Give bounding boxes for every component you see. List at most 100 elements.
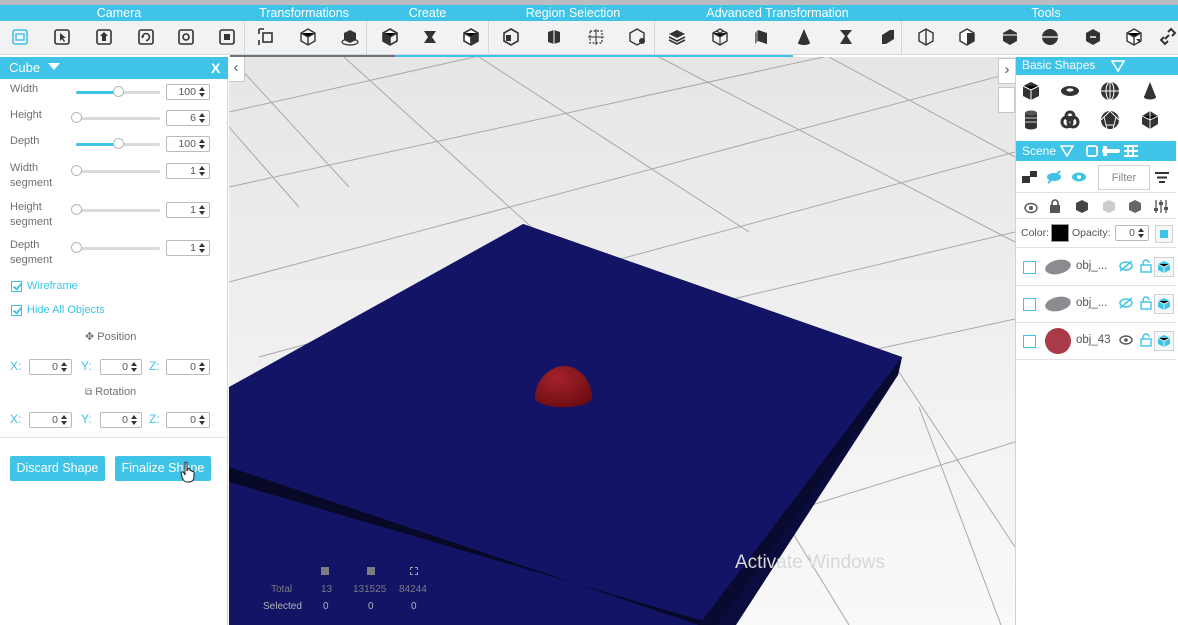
scene-object-row[interactable]: obj_43 [1016,323,1176,360]
stepper-arrows-icon[interactable] [199,243,206,254]
unlock-icon[interactable] [1140,333,1152,347]
param-input[interactable]: 1 [166,163,210,179]
param-input[interactable]: 100 [166,136,210,152]
camera-view-icon[interactable] [10,27,30,47]
cone-shape-icon[interactable] [1139,80,1161,102]
scene-filter-input[interactable]: Filter [1098,165,1150,190]
object-select-checkbox[interactable] [1023,261,1036,274]
stepper-arrows-icon[interactable] [131,362,138,373]
stepper-arrows-icon[interactable] [199,139,206,150]
stepper-arrows-icon[interactable] [131,415,138,426]
lock-icon[interactable] [1049,199,1061,214]
tools-sphere-icon[interactable] [1040,27,1060,47]
slider-handle[interactable] [113,138,124,149]
advanced-subdivide-icon[interactable] [710,27,730,47]
param-input[interactable]: 100 [166,84,210,100]
stepper-arrows-icon[interactable] [199,205,206,216]
discard-shape-button[interactable]: Discard Shape [10,456,105,481]
param-input[interactable]: 1 [166,240,210,256]
solid-cube-icon[interactable] [1075,199,1089,214]
tools-mirror-icon[interactable] [916,27,936,47]
param-slider[interactable] [76,138,160,149]
square-view-icon[interactable] [1086,145,1098,157]
stepper-arrows-icon[interactable] [61,362,68,373]
object-material-button[interactable] [1154,331,1174,351]
sort-lines-icon[interactable] [1155,171,1169,184]
param-input[interactable]: 1 [166,202,210,218]
param-slider[interactable] [71,112,160,123]
scene-header[interactable]: Scene [1016,141,1176,161]
advanced-layers-icon[interactable] [667,27,687,47]
transform-scale-icon[interactable] [298,27,318,47]
object-select-checkbox[interactable] [1023,298,1036,311]
unlock-icon[interactable] [1140,259,1152,273]
stepper-arrows-icon[interactable] [199,87,206,98]
transform-move-icon[interactable] [257,27,277,47]
scene-object-row[interactable]: obj_... [1016,249,1176,286]
objects-icon[interactable] [1022,170,1038,184]
tools-merge-icon[interactable] [1083,27,1103,47]
expand-right-panel-button[interactable]: › [998,58,1015,84]
object-material-button[interactable] [1154,294,1174,314]
slider-handle[interactable] [71,165,82,176]
scene-object-row[interactable]: obj_... [1016,286,1176,323]
object-select-checkbox[interactable] [1023,335,1036,348]
tools-export-icon[interactable] [1124,27,1144,47]
collapse-left-panel-button[interactable]: ‹ [229,57,245,82]
menu-camera[interactable]: Camera [80,5,158,21]
stepper-arrows-icon[interactable] [61,415,68,426]
tools-link-icon[interactable] [1160,27,1178,47]
stepper-arrows-icon[interactable] [199,415,206,426]
filter-triangle-icon[interactable] [1111,60,1125,72]
finalize-shape-button[interactable]: Finalize Shape [115,456,211,481]
opacity-input[interactable]: 0 [1115,225,1149,241]
stepper-arrows-icon[interactable] [1138,228,1145,239]
slider-handle[interactable] [113,86,124,97]
object-material-button[interactable] [1154,257,1174,277]
3d-viewport[interactable]: ‹ › Total 13 131525 84244 Selected 0 0 0 [229,57,1015,625]
camera-zoom-icon[interactable] [176,27,196,47]
slider-handle[interactable] [71,242,82,253]
apply-color-button[interactable] [1155,225,1173,243]
position-x-input[interactable]: 0 [29,359,72,375]
region-select-vertex-icon[interactable] [627,27,647,47]
position-y-input[interactable]: 0 [100,359,142,375]
menu-region-selection[interactable]: Region Selection [518,5,628,21]
slider-handle[interactable] [71,204,82,215]
create-extrude-icon[interactable] [420,27,440,47]
advanced-cone-icon[interactable] [794,27,814,47]
region-select-box-icon[interactable] [586,27,606,47]
slider-handle[interactable] [71,112,82,123]
rotation-z-input[interactable]: 0 [166,412,210,428]
stepper-arrows-icon[interactable] [199,362,206,373]
eye-icon[interactable] [1071,170,1087,184]
camera-rotate-icon[interactable] [136,27,156,47]
advanced-twist-icon[interactable] [836,27,856,47]
param-slider[interactable] [71,165,160,176]
menu-create[interactable]: Create [395,5,460,21]
param-slider[interactable] [71,242,160,253]
tools-align-icon[interactable] [957,27,977,47]
filter-triangle-icon[interactable] [1060,145,1074,157]
viewport-side-tab[interactable] [998,87,1015,113]
camera-pan-icon[interactable] [52,27,72,47]
color-swatch[interactable] [1051,224,1069,242]
menu-advanced-transformation[interactable]: Advanced Transformation [690,5,865,21]
visibility-toggle-icon[interactable] [1024,200,1038,214]
create-cube-icon[interactable] [380,27,400,47]
scene-canvas[interactable] [229,57,1015,625]
sphere-shape-icon[interactable] [1099,80,1121,102]
param-input[interactable]: 6 [166,110,210,126]
position-z-input[interactable]: 0 [166,359,210,375]
basic-shapes-header[interactable]: Basic Shapes [1016,57,1178,75]
visibility-eye-icon[interactable] [1119,334,1133,346]
region-select-face-icon[interactable] [544,27,564,47]
advanced-bevel-icon[interactable] [752,27,772,47]
torus-shape-icon[interactable] [1059,80,1081,102]
camera-move-icon[interactable] [94,27,114,47]
transform-rotate-icon[interactable] [340,27,360,47]
stepper-arrows-icon[interactable] [199,113,206,124]
icosahedron-shape-icon[interactable] [1139,109,1161,131]
unlock-icon[interactable] [1140,296,1152,310]
cylinder-shape-icon[interactable] [1020,109,1042,131]
